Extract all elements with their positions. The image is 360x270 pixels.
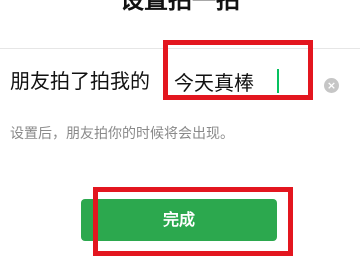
page-title: 设置拍一拍 xyxy=(120,0,240,14)
input-highlight-box xyxy=(163,40,313,100)
hint-text: 设置后，朋友拍你的时候将会出现。 xyxy=(10,126,234,142)
done-highlight-box xyxy=(93,187,293,256)
clear-icon[interactable]: × xyxy=(324,78,339,93)
pat-settings-screen: 设置拍一拍 朋友拍了拍我的 × 设置后，朋友拍你的时候将会出现。 完成 xyxy=(0,0,360,270)
pat-prefix-label: 朋友拍了拍我的 xyxy=(10,69,150,93)
